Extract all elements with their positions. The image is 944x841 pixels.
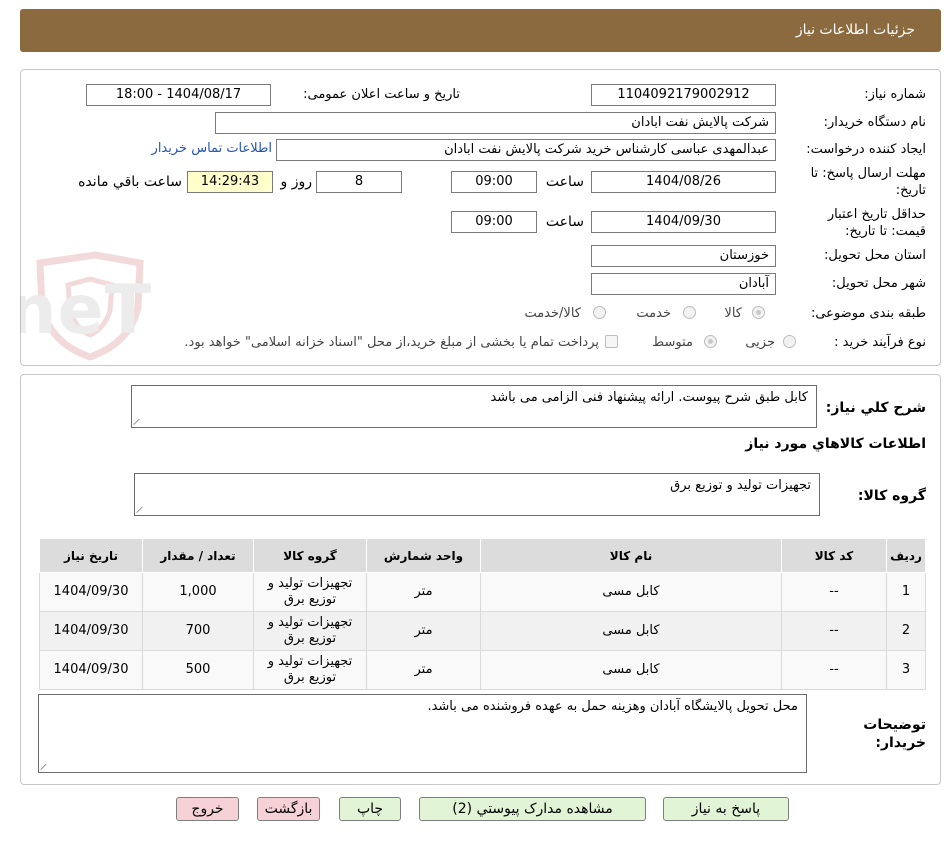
goods-table: رديف کد کالا نام کالا واحد شمارش گروه کا…: [39, 538, 926, 690]
cell-quantity: 700: [142, 611, 254, 651]
process-radio-medium[interactable]: [704, 335, 717, 348]
treasury-checkbox[interactable]: [605, 335, 618, 348]
resize-grip-icon[interactable]: [41, 762, 49, 770]
col-header-goods-name: نام کالا: [480, 538, 782, 573]
city-label: شهر محل تحویل:: [831, 276, 926, 291]
remaining-label: ساعت باقي مانده: [78, 174, 182, 190]
creator-field[interactable]: عبدالمهدی عباسی کارشناس خرید شرکت پالایش…: [276, 139, 776, 161]
deadline-time-field[interactable]: 09:00: [451, 171, 537, 193]
resize-grip-icon[interactable]: [134, 417, 142, 425]
page-title: جزئيات اطلاعات نياز: [795, 22, 915, 38]
table-row: 2 -- کابل مسی متر تجهیزات تولید و توزیع …: [39, 611, 926, 651]
goods-group-label: گروه کالا:: [857, 488, 926, 504]
province-label: استان محل تحویل:: [824, 248, 926, 263]
need-number-label: شماره نیاز:: [864, 87, 926, 102]
col-header-goods-code: کد کالا: [781, 538, 887, 573]
cell-goods-group: تجهیزات تولید و توزیع برق: [253, 611, 367, 651]
buyer-notes-label: توضیحات خریدار:: [846, 716, 926, 752]
cell-unit: متر: [366, 572, 481, 612]
cell-quantity: 1,000: [142, 572, 254, 612]
process-label: نوع فرآیند خرید :: [834, 335, 926, 350]
category-option-goods: کالا: [724, 306, 742, 321]
cell-quantity: 500: [142, 650, 254, 690]
city-field[interactable]: آبادان: [591, 273, 776, 295]
validity-time-label: ساعت: [545, 214, 584, 230]
deadline-label-text: مهلت ارسال پاسخ: تا تاریخ:: [810, 166, 926, 198]
col-header-goods-group: گروه کالا: [253, 538, 367, 573]
announce-label: تاریخ و ساعت اعلان عمومی:: [303, 87, 460, 102]
general-desc-text: کابل طبق شرح پیوست. ارائه پیشنهاد فنی ال…: [490, 390, 808, 405]
cell-goods-group: تجهیزات تولید و توزیع برق: [253, 572, 367, 612]
col-header-row-number: رديف: [886, 538, 926, 573]
cell-row-number: 3: [886, 650, 926, 690]
cell-need-date: 1404/09/30: [39, 572, 143, 612]
goods-info-title: اطلاعات کالاهاي مورد نياز: [745, 436, 926, 452]
creator-label: ایجاد کننده درخواست:: [806, 142, 926, 157]
exit-button[interactable]: خروج: [176, 797, 239, 821]
deadline-date-field[interactable]: 1404/08/26: [591, 171, 776, 193]
validity-date-field[interactable]: 1404/09/30: [591, 211, 776, 233]
view-attachments-button[interactable]: مشاهده مدارک پیوستي (2): [419, 797, 646, 821]
general-desc-textarea[interactable]: کابل طبق شرح پیوست. ارائه پیشنهاد فنی ال…: [131, 385, 817, 428]
category-option-service: خدمت: [636, 306, 671, 321]
buyer-field[interactable]: شرکت پالایش نفت ابادان: [215, 112, 776, 134]
col-header-unit: واحد شمارش: [366, 538, 481, 573]
days-label: روز و: [280, 174, 313, 190]
reply-button[interactable]: پاسخ به نیاز: [663, 797, 789, 821]
print-button[interactable]: چاپ: [339, 797, 401, 821]
col-header-quantity: تعداد / مقدار: [142, 538, 254, 573]
cell-goods-code: --: [781, 611, 887, 651]
cell-unit: متر: [366, 611, 481, 651]
resize-grip-icon[interactable]: [137, 505, 145, 513]
general-desc-label: شرح كلي نياز:: [825, 400, 926, 416]
cell-row-number: 2: [886, 611, 926, 651]
need-number-field[interactable]: 1104092179002912: [591, 84, 776, 106]
deadline-label: مهلت ارسال پاسخ: تا تاریخ:: [796, 165, 926, 199]
process-option-minor: جزیی: [745, 335, 775, 350]
category-radio-goods[interactable]: [752, 306, 765, 319]
buyer-contact-link[interactable]: اطلاعات تماس خریدار: [152, 141, 272, 156]
page-header: جزئيات اطلاعات نياز: [20, 9, 941, 52]
table-row: 1 -- کابل مسی متر تجهیزات تولید و توزیع …: [39, 572, 926, 612]
cell-goods-group: تجهیزات تولید و توزیع برق: [253, 650, 367, 690]
cell-goods-name: کابل مسی: [480, 611, 782, 651]
announce-field[interactable]: 1404/08/17 - 18:00: [86, 84, 271, 106]
buyer-label: نام دستگاه خریدار:: [823, 115, 926, 130]
cell-unit: متر: [366, 650, 481, 690]
category-radio-service[interactable]: [683, 306, 696, 319]
province-field[interactable]: خوزستان: [591, 245, 776, 267]
category-label: طبقه بندی موضوعی:: [810, 306, 926, 321]
col-header-need-date: تاريخ نياز: [39, 538, 143, 573]
cell-goods-name: کابل مسی: [480, 572, 782, 612]
validity-label-text: حداقل تاریخ اعتبار قیمت: تا تاریخ:: [827, 207, 926, 239]
category-option-goods-service: کالا/خدمت: [524, 306, 581, 321]
days-remaining-field[interactable]: 8: [316, 171, 402, 193]
treasury-note: پرداخت تمام یا بخشی از مبلغ خرید،از محل …: [184, 335, 599, 350]
buyer-notes-text: محل تحویل پالایشگاه آبادان وهزینه حمل به…: [427, 699, 798, 714]
buyer-notes-textarea[interactable]: محل تحویل پالایشگاه آبادان وهزینه حمل به…: [38, 694, 807, 773]
cell-row-number: 1: [886, 572, 926, 612]
buyer-notes-label-text: توضیحات خریدار:: [863, 717, 926, 751]
back-button[interactable]: بازگشت: [257, 797, 320, 821]
deadline-time-label: ساعت: [545, 174, 584, 190]
goods-group-textarea[interactable]: تجهیزات تولید و توزیع برق: [134, 473, 820, 516]
table-row: 3 -- کابل مسی متر تجهیزات تولید و توزیع …: [39, 650, 926, 690]
cell-goods-code: --: [781, 572, 887, 612]
validity-label: حداقل تاریخ اعتبار قیمت: تا تاریخ:: [796, 206, 926, 240]
validity-time-field[interactable]: 09:00: [451, 211, 537, 233]
cell-need-date: 1404/09/30: [39, 650, 143, 690]
cell-goods-code: --: [781, 650, 887, 690]
category-radio-goods-service[interactable]: [593, 306, 606, 319]
process-radio-minor[interactable]: [783, 335, 796, 348]
cell-goods-name: کابل مسی: [480, 650, 782, 690]
remaining-time-field: 14:29:43: [187, 171, 273, 193]
table-header-row: رديف کد کالا نام کالا واحد شمارش گروه کا…: [39, 538, 926, 573]
cell-need-date: 1404/09/30: [39, 611, 143, 651]
process-option-medium: متوسط: [652, 335, 693, 350]
goods-group-text: تجهیزات تولید و توزیع برق: [670, 478, 811, 493]
